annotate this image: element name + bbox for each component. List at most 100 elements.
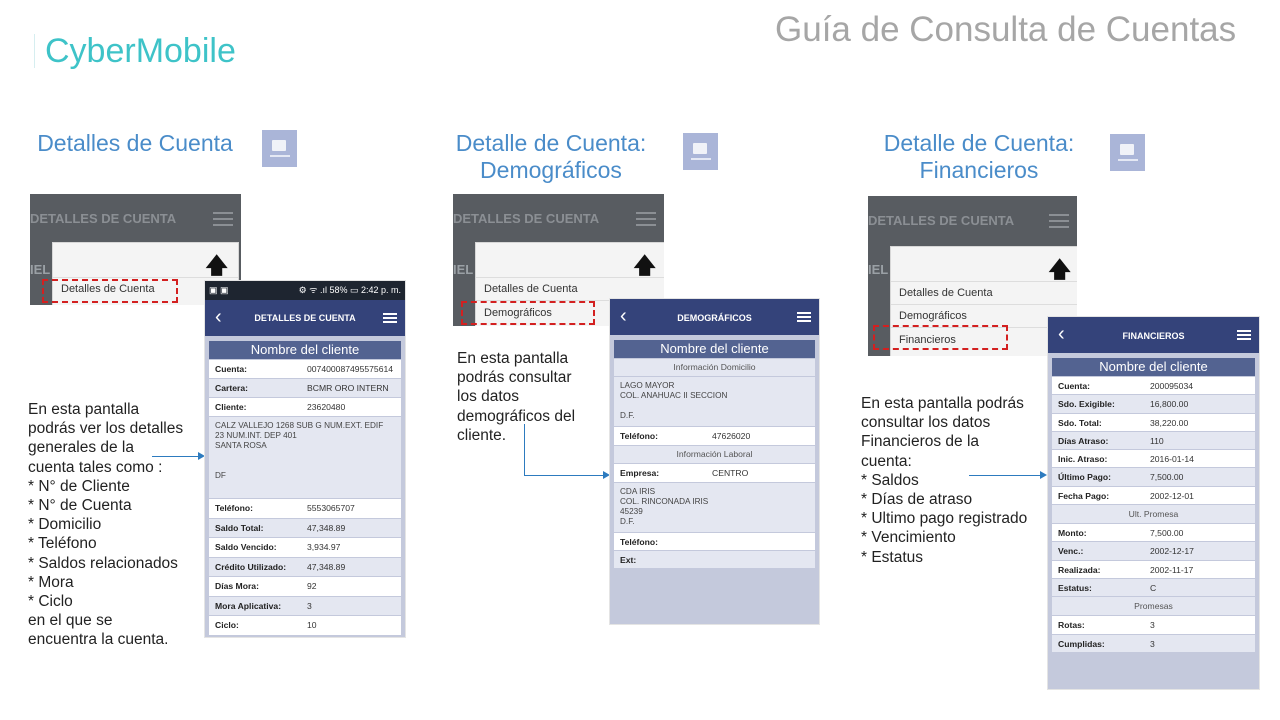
table-row: Días Atraso: 110: [1052, 430, 1255, 450]
table-row: Realizada: 2002-11-17: [1052, 559, 1255, 578]
table-row: Cumplidas: 3: [1052, 633, 1255, 652]
row-value: C: [1150, 582, 1157, 593]
app-thumbnail-icon: [683, 133, 718, 170]
row-value: 3: [307, 600, 312, 611]
table-row: Sdo. Exigible: 16,800.00: [1052, 394, 1255, 413]
row-value: 7,500.00: [1150, 472, 1184, 483]
app-bar: ‹ FINANCIEROS: [1048, 317, 1259, 353]
detail-body: Nombre del cliente Información Domicilio…: [610, 335, 819, 624]
description-demograficos: En esta pantalla podrás consultar los da…: [457, 350, 576, 444]
row-value: 10: [307, 620, 317, 630]
row-value: 47,348.89: [307, 561, 346, 572]
description-financieros: En esta pantalla podrás consultar los da…: [861, 395, 1028, 566]
row-value: 7,500.00: [1150, 528, 1184, 539]
pointer-arrow: [152, 456, 200, 457]
row-value: 200095034: [1150, 381, 1194, 391]
table-row: Cuenta: 200095034: [1052, 376, 1255, 395]
row-label: Cuenta:: [215, 364, 247, 374]
table-row: Último Pago: 7,500.00: [1052, 467, 1255, 486]
row-label: Teléfono:: [620, 431, 659, 441]
row-label: Saldo Vencido:: [215, 542, 277, 552]
row-label: Crédito Utilizado:: [215, 561, 287, 572]
table-row: Teléfono:: [614, 532, 815, 550]
app-bar: ‹ DEMOGRÁFICOS: [610, 299, 819, 335]
phone-detalles: ▣ ▣ ⚙ ᯤ .ıl 58% ▭ 2:42 p. m. ‹ DETALLES …: [204, 280, 406, 638]
arrow-up-icon[interactable]: 🡅: [1048, 253, 1071, 291]
row-value: 16,800.00: [1150, 399, 1189, 410]
menu-item-detalles[interactable]: Detalles de Cuenta: [484, 283, 578, 295]
row-label: Venc.:: [1058, 546, 1084, 557]
domicilio-block: LAGO MAYOR COL. ANAHUAC II SECCION D.F.: [614, 376, 815, 426]
menu-item-detalles[interactable]: Detalles de Cuenta: [899, 287, 993, 299]
table-row: Empresa: CENTRO: [614, 463, 815, 482]
row-label: Realizada:: [1058, 564, 1101, 575]
client-name-header: Nombre del cliente: [209, 341, 401, 359]
crop-side-label: IEL: [868, 262, 889, 277]
row-label: Cliente:: [215, 402, 247, 412]
table-row: Inic. Atraso: 2016-01-14: [1052, 449, 1255, 468]
row-value: 3: [1150, 638, 1155, 649]
pointer-arrowhead: [1040, 471, 1047, 479]
hamburger-menu-icon[interactable]: [1049, 214, 1069, 228]
table-row: Cartera: BCMR ORO INTERN: [209, 378, 401, 397]
row-label: Último Pago:: [1058, 472, 1111, 483]
description-detalles: En esta pantalla podrás ver los detalles…: [28, 401, 184, 649]
section-label: Ult. Promesa: [1052, 504, 1255, 524]
row-label: Empresa:: [620, 468, 660, 478]
row-value: 110: [1150, 435, 1164, 446]
menu-item-demograficos[interactable]: Demográficos: [899, 310, 967, 322]
table-row: Estatus: C: [1052, 577, 1255, 597]
section-heading-detalles: Detalles de Cuenta: [37, 130, 233, 156]
app-bar-title: FINANCIEROS: [1122, 331, 1185, 341]
menu-divider: [891, 304, 1077, 305]
row-label: Rotas:: [1058, 620, 1085, 631]
crop-side-label: IEL: [30, 262, 51, 277]
phone-financieros: ‹ FINANCIEROS Nombre del cliente Cuenta:…: [1047, 316, 1260, 690]
row-label: Cumplidas:: [1058, 638, 1105, 649]
table-row: Ciclo: 10: [209, 615, 401, 635]
row-label: Cartera:: [215, 383, 248, 393]
table-row: Cliente: 23620480: [209, 397, 401, 416]
row-label: Teléfono:: [215, 503, 254, 513]
page-title: Guía de Consulta de Cuentas: [775, 10, 1237, 49]
arrow-up-icon[interactable]: 🡅: [633, 249, 656, 287]
hamburger-menu-icon[interactable]: [797, 312, 811, 322]
brand-logo-text: CyberMobile: [45, 32, 236, 70]
status-icons-left: ▣ ▣: [209, 285, 229, 295]
row-value: 3,934.97: [307, 542, 341, 552]
app-bar-title: DEMOGRÁFICOS: [677, 313, 752, 323]
menu-divider: [891, 281, 1077, 282]
row-label: Cuenta:: [1058, 381, 1090, 391]
row-value: 5553065707: [307, 503, 355, 513]
hamburger-menu-icon[interactable]: [213, 212, 233, 226]
detail-body: Nombre del cliente Cuenta: 200095034 Sdo. …: [1048, 353, 1259, 689]
row-value: 38,220.00: [1150, 417, 1189, 428]
table-row: Crédito Utilizado: 47,348.89: [209, 556, 401, 576]
highlight-box: [461, 301, 595, 325]
detail-body: Nombre del cliente Cuenta: 00740008749557…: [205, 336, 405, 637]
row-label: Mora Aplicativa:: [215, 600, 282, 611]
row-value: 2002-11-17: [1150, 564, 1194, 575]
row-value: 2016-01-14: [1150, 454, 1194, 465]
table-row: Saldo Total: 47,348.89: [209, 517, 401, 537]
row-value: CENTRO: [712, 468, 749, 478]
hamburger-menu-icon[interactable]: [383, 313, 397, 323]
menu-divider: [476, 277, 664, 278]
row-value: 47,348.89: [307, 522, 346, 533]
app-thumbnail-icon: [1110, 134, 1145, 171]
status-icons-right: ⚙ ᯤ .ıl 58% ▭ 2:42 p. m.: [298, 285, 401, 295]
hamburger-menu-icon[interactable]: [1237, 330, 1251, 340]
crop-side-label: IEL: [453, 262, 474, 277]
table-row: Monto: 7,500.00: [1052, 523, 1255, 542]
highlight-box: [42, 279, 178, 303]
row-label: Ext:: [620, 555, 637, 565]
table-row: Saldo Vencido: 3,934.97: [209, 537, 401, 557]
table-row: Ext:: [614, 550, 815, 568]
crop-header-title: DETALLES DE CUENTA: [868, 213, 1015, 228]
status-bar: ▣ ▣ ⚙ ᯤ .ıl 58% ▭ 2:42 p. m.: [205, 281, 405, 300]
row-value: 2002-12-17: [1150, 546, 1194, 557]
hamburger-menu-icon[interactable]: [636, 212, 656, 226]
table-row: Cuenta: 007400087495575614: [209, 359, 401, 378]
row-label: Teléfono:: [620, 537, 659, 547]
menu-divider: [53, 277, 238, 278]
